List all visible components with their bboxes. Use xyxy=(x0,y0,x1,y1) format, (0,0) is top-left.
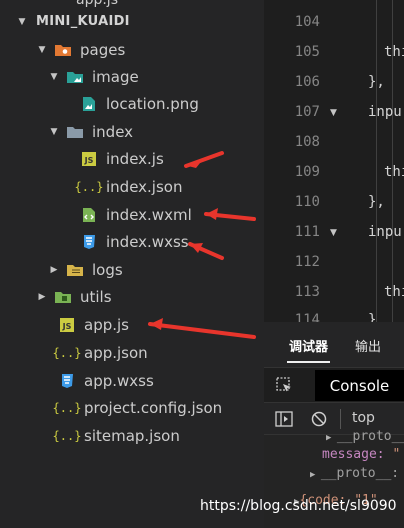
red-arrow-icon xyxy=(204,208,256,221)
red-arrow-icon xyxy=(188,242,224,260)
watermark: https://blog.csdn.net/sl9090 xyxy=(200,498,397,514)
annotation-arrows xyxy=(148,151,256,339)
red-arrow-icon xyxy=(184,151,224,168)
red-arrow-icon xyxy=(148,318,256,339)
